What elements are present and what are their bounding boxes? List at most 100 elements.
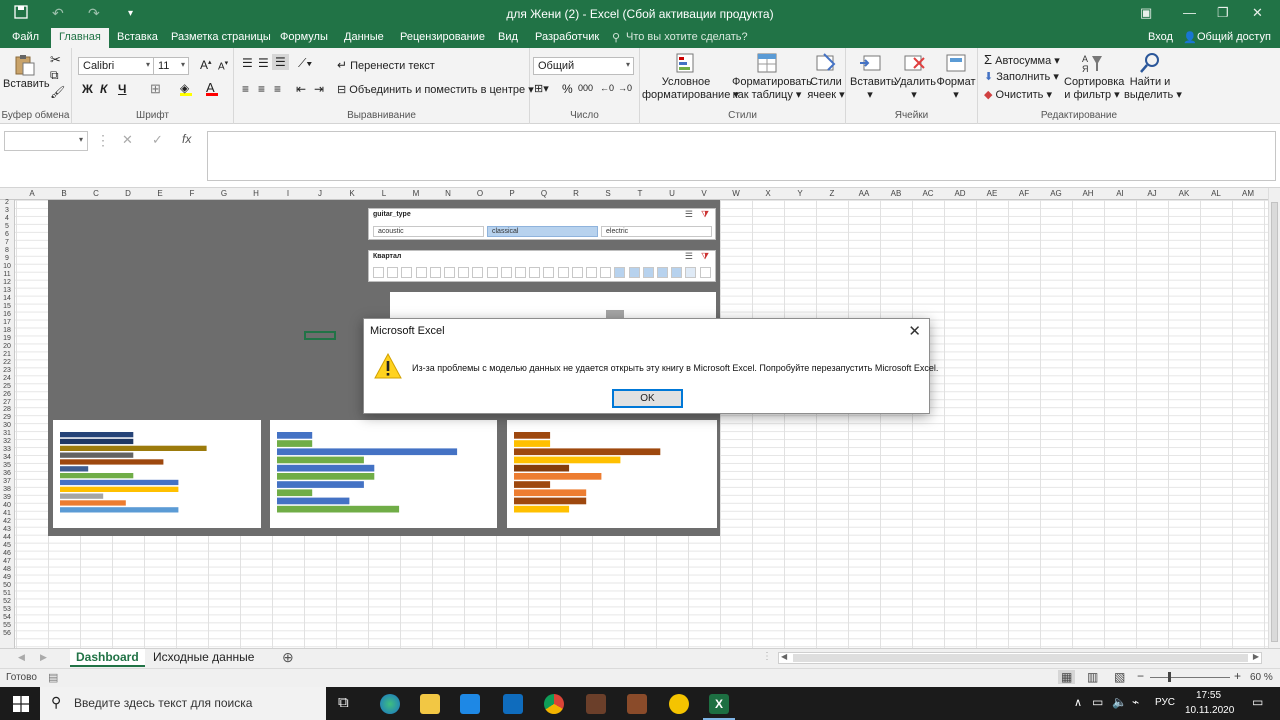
share-button[interactable]: Общий доступ [1197, 31, 1271, 43]
clear-button[interactable]: ◆ Очистить ▾ [984, 88, 1052, 101]
tab-page-layout[interactable]: Разметка страницы [171, 31, 271, 43]
align-middle-icon[interactable]: ☰ [258, 56, 269, 70]
font-size-combo[interactable]: 11 ▾ [153, 57, 189, 75]
decrease-indent-icon[interactable]: ⇤ [296, 82, 306, 96]
taskbar-time[interactable]: 17:55 [1196, 690, 1221, 701]
column-header[interactable]: L [368, 189, 400, 198]
borders-icon[interactable]: ⊞ [150, 81, 161, 97]
bold-button[interactable]: Ж [82, 82, 93, 96]
row-header[interactable]: 15 [0, 303, 14, 310]
align-center-icon[interactable]: ≡ [258, 82, 265, 96]
column-header[interactable]: AD [944, 189, 976, 198]
column-header[interactable]: S [592, 189, 624, 198]
notifications-icon[interactable]: ▭ [1252, 695, 1263, 709]
chrome-icon[interactable] [544, 694, 564, 714]
tab-review[interactable]: Рецензирование [400, 31, 485, 43]
column-header[interactable]: U [656, 189, 688, 198]
confirm-entry-icon[interactable]: ✓ [152, 132, 163, 148]
row-header[interactable]: 30 [0, 422, 14, 429]
row-header[interactable]: 6 [0, 231, 14, 238]
column-header[interactable]: P [496, 189, 528, 198]
italic-button[interactable]: К [100, 82, 107, 96]
column-header[interactable]: B [48, 189, 80, 198]
column-header[interactable]: Z [816, 189, 848, 198]
quarter-slicer-item[interactable] [671, 267, 683, 278]
slicer-item-acoustic[interactable]: acoustic [373, 226, 484, 237]
fill-color-icon[interactable]: ◈ [180, 81, 192, 96]
input-language[interactable]: РУС [1155, 697, 1175, 708]
network-icon[interactable]: ⌁ [1132, 695, 1139, 709]
column-header[interactable]: AH [1072, 189, 1104, 198]
quarter-slicer-item[interactable] [458, 267, 470, 278]
row-header[interactable]: 34 [0, 454, 14, 461]
row-header[interactable]: 40 [0, 502, 14, 509]
quarter-slicer-item[interactable] [387, 267, 399, 278]
vertical-scrollbar[interactable] [1268, 188, 1280, 648]
row-header[interactable]: 55 [0, 622, 14, 629]
autosum-button[interactable]: Σ Автосумма ▾ [984, 52, 1060, 67]
delete-cells-button[interactable]: Удалить ▾ [894, 52, 936, 102]
tell-me-search[interactable]: Что вы хотите сделать? [626, 31, 748, 43]
column-header[interactable]: J [304, 189, 336, 198]
tab-developer[interactable]: Разработчик [535, 31, 599, 43]
active-cell[interactable] [304, 331, 336, 340]
speaker-icon[interactable]: 🔈 [1112, 695, 1127, 709]
row-header[interactable]: 26 [0, 391, 14, 398]
macro-record-icon[interactable]: ▤ [48, 671, 58, 684]
quarter-slicer-item[interactable] [373, 267, 384, 278]
taskbar-search-box[interactable]: ⚲ Введите здесь текст для поиска [40, 687, 326, 720]
conditional-formatting-button[interactable]: Условное форматирование ▾ [642, 52, 739, 102]
tab-data[interactable]: Данные [344, 31, 384, 43]
row-header[interactable]: 23 [0, 367, 14, 374]
column-header[interactable]: AE [976, 189, 1008, 198]
excel-taskbar-icon[interactable]: X [709, 694, 729, 714]
column-header[interactable]: M [400, 189, 432, 198]
column-header[interactable]: I [272, 189, 304, 198]
row-header[interactable]: 13 [0, 287, 14, 294]
percent-icon[interactable]: % [562, 82, 573, 96]
accounting-format-icon[interactable]: ⊞▾ [534, 82, 549, 95]
column-header[interactable]: A [16, 189, 48, 198]
quarter-slicer-item[interactable] [600, 267, 612, 278]
number-format-combo[interactable]: Общий ▾ [533, 57, 634, 75]
row-header[interactable]: 17 [0, 319, 14, 326]
row-header[interactable]: 28 [0, 406, 14, 413]
row-header[interactable]: 22 [0, 359, 14, 366]
align-top-icon[interactable]: ☰ [242, 56, 253, 70]
row-header[interactable]: 21 [0, 351, 14, 358]
column-header[interactable]: Y [784, 189, 816, 198]
slicer-item-electric[interactable]: electric [601, 226, 712, 237]
multi-select-icon[interactable]: ☰ [685, 209, 693, 220]
row-header[interactable]: 35 [0, 462, 14, 469]
column-header[interactable]: AI [1104, 189, 1136, 198]
sign-in-link[interactable]: Вход [1148, 31, 1173, 43]
column-header[interactable]: N [432, 189, 464, 198]
column-header[interactable]: X [752, 189, 784, 198]
sheet-tab-dashboard[interactable]: Dashboard [70, 649, 145, 667]
quarter-slicer-item[interactable] [415, 267, 427, 278]
column-header[interactable]: D [112, 189, 144, 198]
row-header[interactable]: 39 [0, 494, 14, 501]
column-header[interactable]: AJ [1136, 189, 1168, 198]
game-app-icon-2[interactable] [627, 694, 647, 714]
copy-icon[interactable]: ⧉ [50, 68, 59, 83]
row-header[interactable]: 16 [0, 311, 14, 318]
column-header[interactable]: E [144, 189, 176, 198]
quarter-slicer-item[interactable] [472, 267, 484, 278]
align-left-icon[interactable]: ≡ [242, 82, 249, 96]
row-header[interactable]: 8 [0, 247, 14, 254]
battery-icon[interactable]: ▭ [1092, 695, 1103, 709]
vertical-scroll-thumb[interactable] [1271, 202, 1278, 642]
column-header[interactable]: AF [1008, 189, 1040, 198]
row-header[interactable]: 3 [0, 207, 14, 214]
column-header[interactable]: H [240, 189, 272, 198]
name-box[interactable]: ▾ [4, 131, 88, 151]
column-header[interactable]: AA [848, 189, 880, 198]
format-cells-button[interactable]: Формат ▾ [936, 52, 976, 102]
quarter-slicer-item[interactable] [401, 267, 413, 278]
quarter-multi-select-icon[interactable]: ☰ [685, 251, 693, 262]
quarter-slicer-item[interactable] [685, 267, 697, 278]
column-header[interactable]: K [336, 189, 368, 198]
tab-formulas[interactable]: Формулы [280, 31, 328, 43]
column-header[interactable]: G [208, 189, 240, 198]
